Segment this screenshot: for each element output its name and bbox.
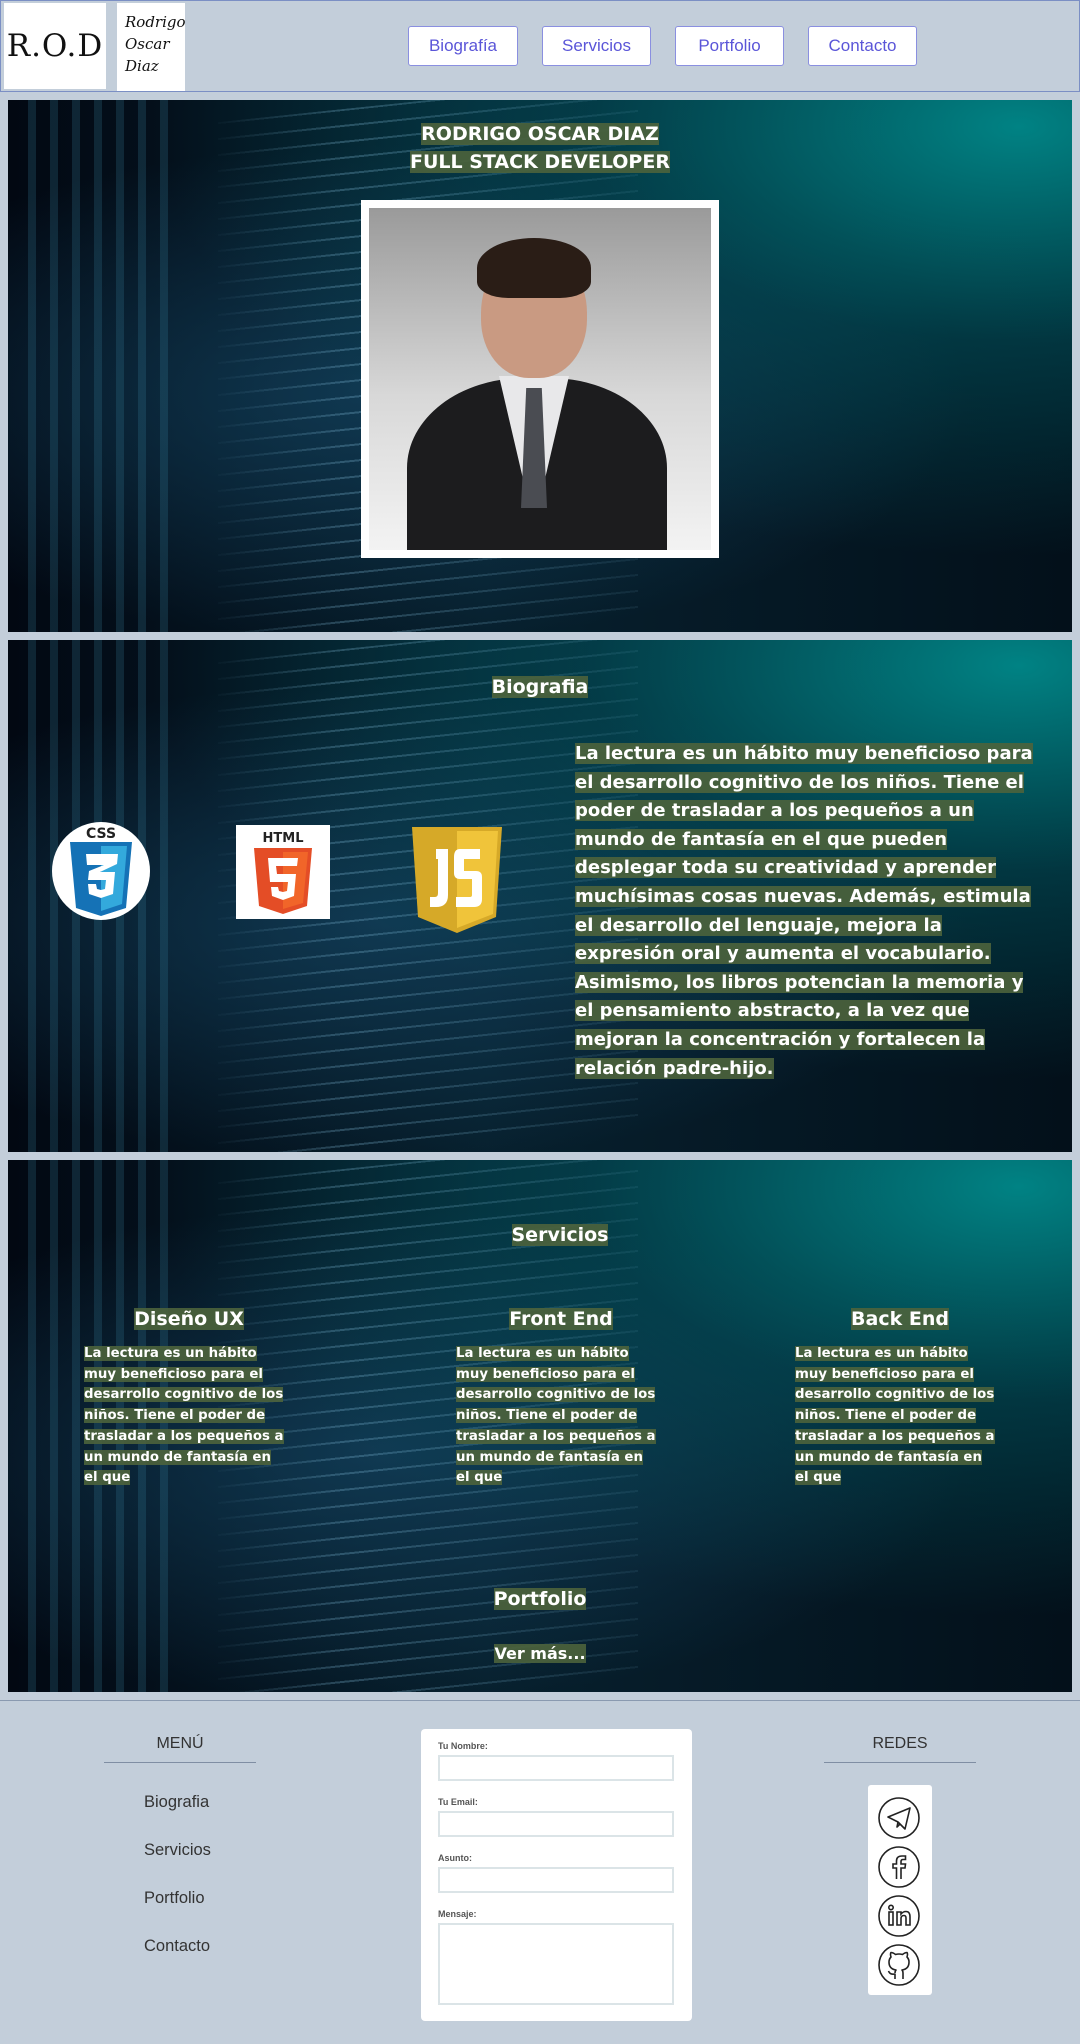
biografia-title: Biografia [491,676,589,698]
email-label: Tu Email: [438,1797,478,1807]
signature-line: Diaz [125,57,159,75]
site-footer: MENÚ Biografia Servicios Portfolio Conta… [0,1700,1080,2044]
main-nav: Biografía Servicios Portfolio Contacto [408,26,917,66]
service-text-content: La lectura es un hábito muy beneficioso … [795,1346,995,1486]
service-title: Front End [496,1308,626,1330]
service-text: La lectura es un hábito muy beneficioso … [456,1344,656,1489]
portfolio-title: Portfolio [8,1588,1072,1610]
photo-hair [477,238,591,298]
service-card: Back End La lectura es un hábito muy ben… [795,1308,995,1489]
css3-icon: CSS [52,822,150,920]
service-title: Back End [835,1308,965,1330]
portfolio-title-text: Portfolio [493,1588,587,1610]
hero-section: RODRIGO OSCAR DIAZ FULL STACK DEVELOPER [8,100,1072,632]
subject-field[interactable] [438,1867,674,1893]
email-field[interactable] [438,1811,674,1837]
profile-photo-image [369,208,711,550]
signature-line: Oscar [125,35,170,53]
section-title: Biografia [8,676,1072,698]
nav-biografia-button[interactable]: Biografía [408,26,518,66]
footer-menu-item-biografia[interactable]: Biografia [144,1793,211,1841]
footer-menu: Biografia Servicios Portfolio Contacto [144,1793,211,1985]
nav-portfolio-button[interactable]: Portfolio [675,26,784,66]
nav-servicios-button[interactable]: Servicios [542,26,651,66]
message-textarea[interactable] [438,1923,674,2005]
hero-title: RODRIGO OSCAR DIAZ FULL STACK DEVELOPER [8,120,1072,176]
servicios-title: Servicios [511,1224,609,1246]
contact-form: Tu Nombre: Tu Email: Asunto: Mensaje: [421,1729,692,2021]
service-text: La lectura es un hábito muy beneficioso … [795,1344,995,1489]
name-field[interactable] [438,1755,674,1781]
footer-menu-title: MENÚ [104,1735,256,1763]
github-icon[interactable] [876,1942,922,1988]
service-title-text: Back End [851,1308,949,1330]
footer-social-title: REDES [824,1735,976,1763]
hero-role: FULL STACK DEVELOPER [410,151,670,173]
section-title: Servicios [8,1224,1072,1246]
footer-menu-item-contacto[interactable]: Contacto [144,1937,211,1985]
service-card: Diseño UX La lectura es un hábito muy be… [84,1308,284,1489]
subject-label: Asunto: [438,1853,472,1863]
logo[interactable]: R.O.D [4,3,106,89]
service-card: Front End La lectura es un hábito muy be… [456,1308,656,1489]
css3-icon-label: CSS [86,826,116,842]
signature-line: Rodrigo [125,13,186,31]
service-title-text: Front End [509,1308,613,1330]
code-background [28,100,178,632]
javascript-icon [408,825,506,935]
portfolio-more-link[interactable]: Ver más... [8,1644,1072,1663]
message-label: Mensaje: [438,1909,477,1919]
facebook-icon[interactable] [876,1844,922,1890]
html5-icon: HTML [236,825,330,919]
service-text-content: La lectura es un hábito muy beneficioso … [84,1346,284,1486]
site-header: R.O.D Rodrigo Oscar Diaz Biografía Servi… [0,0,1080,92]
footer-menu-item-portfolio[interactable]: Portfolio [144,1889,211,1937]
profile-photo [361,200,719,558]
biografia-section: Biografia CSS HTML La lectura es un hábi… [8,640,1072,1152]
footer-menu-item-servicios[interactable]: Servicios [144,1841,211,1889]
social-links [868,1785,932,1995]
biografia-paragraph: La lectura es un hábito muy beneficioso … [575,743,1033,1079]
biografia-text: La lectura es un hábito muy beneficioso … [575,740,1035,1083]
linkedin-icon[interactable] [876,1893,922,1939]
service-title-text: Diseño UX [134,1308,244,1330]
name-label: Tu Nombre: [438,1741,488,1751]
html5-icon-label: HTML [263,831,304,846]
service-text: La lectura es un hábito muy beneficioso … [84,1344,284,1489]
service-title: Diseño UX [124,1308,254,1330]
signature-logo: Rodrigo Oscar Diaz [117,3,186,91]
servicios-section: Servicios Diseño UX La lectura es un háb… [8,1160,1072,1692]
nav-contacto-button[interactable]: Contacto [808,26,917,66]
service-text-content: La lectura es un hábito muy beneficioso … [456,1346,656,1486]
ver-mas-link[interactable]: Ver más... [494,1644,586,1663]
telegram-icon[interactable] [876,1795,922,1841]
hero-name: RODRIGO OSCAR DIAZ [421,123,659,145]
